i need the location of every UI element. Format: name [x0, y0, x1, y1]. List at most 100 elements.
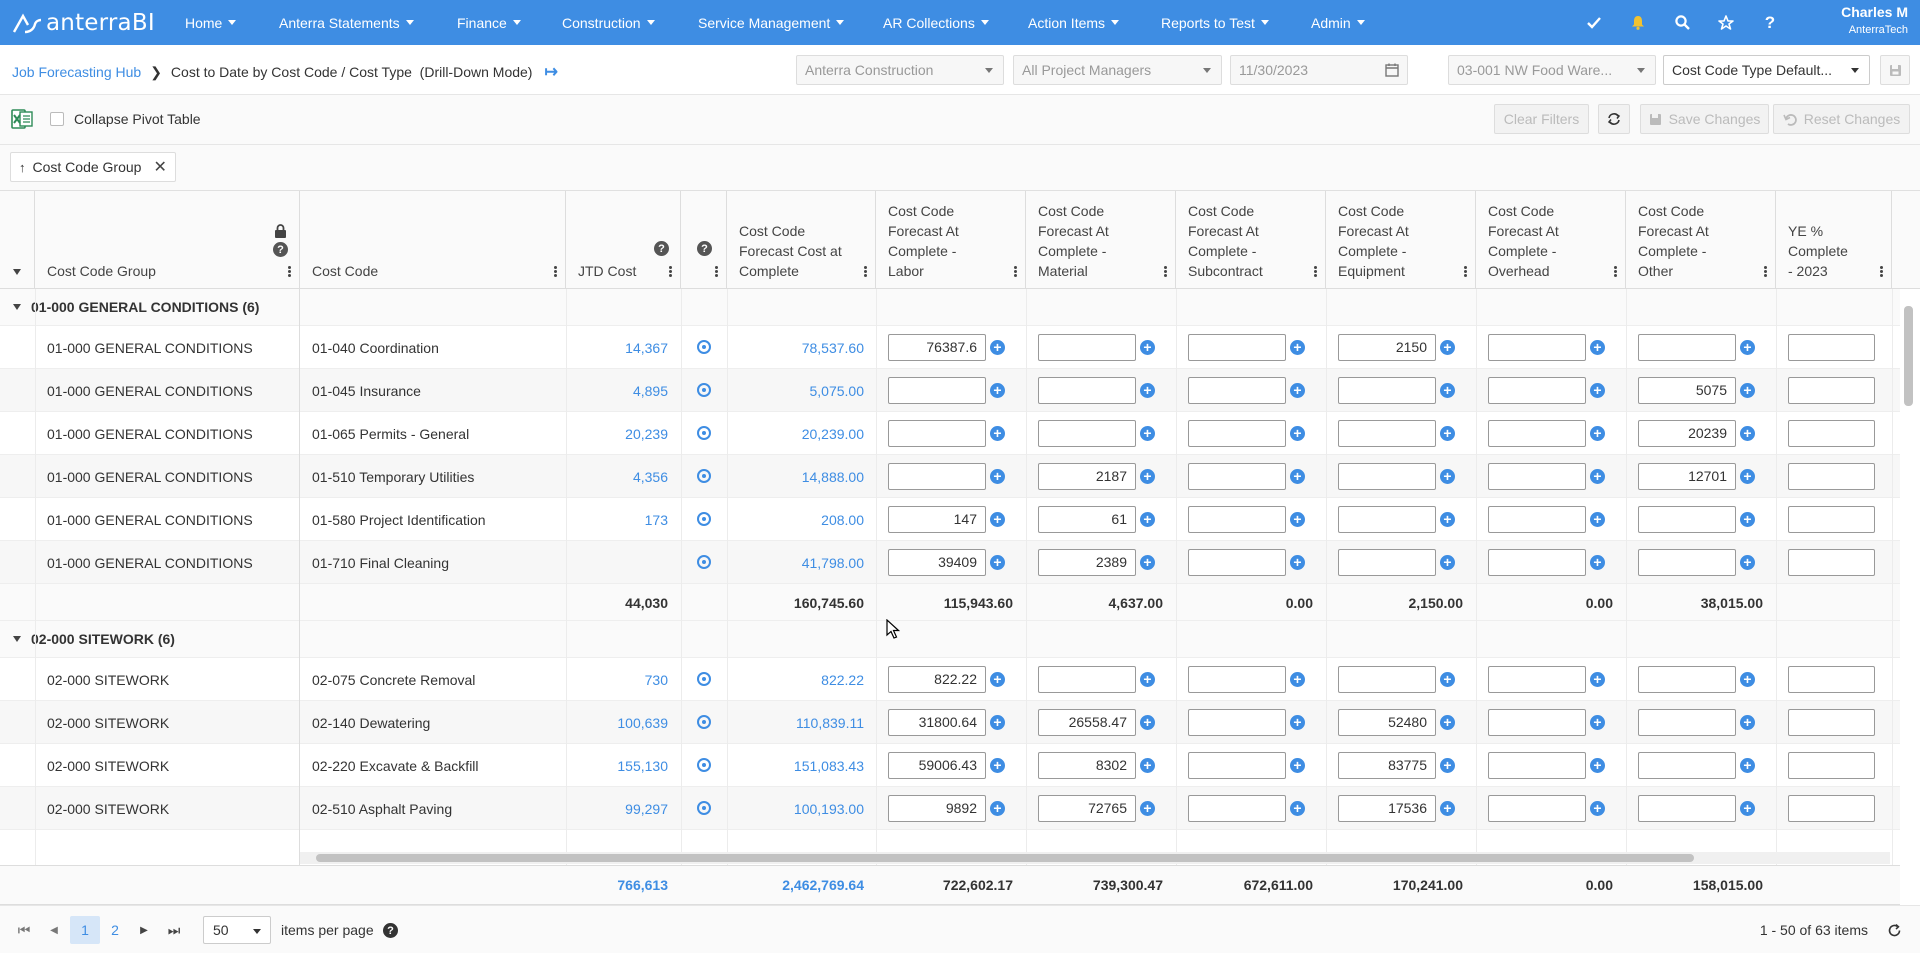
help-icon[interactable]: ? [697, 241, 712, 256]
header-forecast-overhead[interactable]: Cost Code Forecast At Complete - Overhea… [1476, 191, 1626, 289]
prev-page-icon[interactable]: ◀ [44, 916, 64, 944]
add-icon[interactable]: + [1140, 383, 1155, 398]
forecast-input-other[interactable] [1638, 506, 1736, 533]
bell-icon[interactable] [1616, 0, 1660, 45]
forecast-input-overhead[interactable] [1488, 334, 1586, 361]
header-ye-complete[interactable]: YE % Complete - 2023 [1776, 191, 1892, 289]
ye-complete-input[interactable] [1788, 709, 1875, 736]
help-icon[interactable]: ? [654, 241, 669, 256]
forecast-input-material[interactable]: 26558.47 [1038, 709, 1136, 736]
header-forecast-subcontract[interactable]: Cost Code Forecast At Complete - Subcont… [1176, 191, 1326, 289]
add-icon[interactable]: + [1590, 672, 1605, 687]
forecast-input-other[interactable]: 12701 [1638, 463, 1736, 490]
forecast-input-labor[interactable]: 59006.43 [888, 752, 986, 779]
add-icon[interactable]: + [1740, 512, 1755, 527]
forecast-input-equipment[interactable]: 83775 [1338, 752, 1436, 779]
forecast-input-other[interactable]: 20239 [1638, 420, 1736, 447]
forecast-input-equipment[interactable] [1338, 377, 1436, 404]
forecast-input-material[interactable] [1038, 420, 1136, 447]
add-icon[interactable]: + [1290, 672, 1305, 687]
header-forecast-labor[interactable]: Cost Code Forecast At Complete - Labor [876, 191, 1026, 289]
add-icon[interactable]: + [1290, 758, 1305, 773]
forecast-input-material[interactable]: 8302 [1038, 752, 1136, 779]
cell-forecast-cost[interactable]: 208.00 [727, 498, 864, 541]
total-jtd[interactable]: 766,613 [566, 866, 668, 903]
user-menu[interactable]: Charles M AnterraTech [1841, 5, 1908, 36]
forecast-input-other[interactable] [1638, 795, 1736, 822]
excel-export-icon[interactable] [11, 108, 33, 130]
cell-jtd-cost[interactable]: 173 [566, 498, 668, 541]
add-icon[interactable]: + [1140, 340, 1155, 355]
forecast-input-material[interactable]: 61 [1038, 506, 1136, 533]
forecast-input-overhead[interactable] [1488, 420, 1586, 447]
forecast-input-labor[interactable] [888, 463, 986, 490]
help-icon[interactable]: ? [273, 242, 288, 257]
ye-complete-input[interactable] [1788, 549, 1875, 576]
cell-jtd-cost[interactable]: 730 [566, 658, 668, 701]
column-menu-icon[interactable] [668, 265, 672, 279]
drilldown-target-icon[interactable] [697, 469, 711, 483]
vertical-scrollbar[interactable] [1902, 290, 1916, 850]
caret-down-icon[interactable] [13, 304, 21, 310]
column-menu-icon[interactable] [287, 265, 291, 279]
calendar-icon[interactable] [1385, 63, 1399, 77]
ye-complete-input[interactable] [1788, 334, 1875, 361]
add-icon[interactable]: + [1590, 801, 1605, 816]
group-header-row[interactable]: 02-000 SITEWORK (6) [0, 621, 1900, 658]
add-icon[interactable]: + [1440, 555, 1455, 570]
forecast-input-labor[interactable]: 147 [888, 506, 986, 533]
add-icon[interactable]: + [990, 758, 1005, 773]
page-1-button[interactable]: 1 [70, 916, 100, 944]
forecast-input-other[interactable] [1638, 549, 1736, 576]
add-icon[interactable]: + [990, 672, 1005, 687]
forecast-input-subcontract[interactable] [1188, 709, 1286, 736]
add-icon[interactable]: + [1290, 801, 1305, 816]
ye-complete-input[interactable] [1788, 795, 1875, 822]
forecast-input-overhead[interactable] [1488, 795, 1586, 822]
clear-filters-button[interactable]: Clear Filters [1494, 104, 1589, 134]
star-icon[interactable] [1704, 0, 1748, 45]
forecast-input-equipment[interactable]: 2150 [1338, 334, 1436, 361]
add-icon[interactable]: + [1140, 555, 1155, 570]
sort-asc-icon[interactable]: ↑ [19, 160, 26, 175]
help-icon[interactable]: ? [383, 923, 398, 938]
add-icon[interactable]: + [1740, 672, 1755, 687]
forecast-input-equipment[interactable] [1338, 666, 1436, 693]
first-page-icon[interactable]: ⏮ [14, 916, 34, 944]
add-icon[interactable]: + [1590, 715, 1605, 730]
drilldown-target-icon[interactable] [697, 555, 711, 569]
menu-home[interactable]: Home [185, 15, 237, 31]
cost-code-type-select[interactable]: Cost Code Type Default... [1663, 55, 1870, 85]
forecast-input-subcontract[interactable] [1188, 420, 1286, 447]
forecast-input-subcontract[interactable] [1188, 666, 1286, 693]
add-icon[interactable]: + [1440, 715, 1455, 730]
ye-complete-input[interactable] [1788, 377, 1875, 404]
add-icon[interactable]: + [1590, 555, 1605, 570]
caret-down-icon[interactable] [13, 269, 21, 275]
column-menu-icon[interactable] [553, 265, 557, 279]
column-menu-icon[interactable] [1879, 265, 1883, 279]
company-select[interactable]: Anterra Construction [796, 55, 1004, 85]
header-forecast-material[interactable]: Cost Code Forecast At Complete - Materia… [1026, 191, 1176, 289]
project-select[interactable]: 03-001 NW Food Ware... [1448, 55, 1656, 85]
header-forecast-other[interactable]: Cost Code Forecast At Complete - Other [1626, 191, 1776, 289]
forecast-input-material[interactable]: 2187 [1038, 463, 1136, 490]
header-cost-code[interactable]: Cost Code [300, 191, 566, 289]
header-forecast-equipment[interactable]: Cost Code Forecast At Complete - Equipme… [1326, 191, 1476, 289]
add-icon[interactable]: + [1740, 801, 1755, 816]
cell-jtd-cost[interactable]: 20,239 [566, 412, 668, 455]
add-icon[interactable]: + [1740, 469, 1755, 484]
forecast-input-subcontract[interactable] [1188, 795, 1286, 822]
drilldown-target-icon[interactable] [697, 715, 711, 729]
add-icon[interactable]: + [990, 801, 1005, 816]
forecast-input-equipment[interactable] [1338, 549, 1436, 576]
header-expand-column[interactable] [0, 191, 35, 289]
forecast-input-equipment[interactable] [1338, 506, 1436, 533]
add-icon[interactable]: + [1740, 715, 1755, 730]
ye-complete-input[interactable] [1788, 463, 1875, 490]
cell-jtd-cost[interactable]: 14,367 [566, 326, 668, 369]
header-drilldown[interactable]: ? [681, 191, 727, 289]
add-icon[interactable]: + [1290, 512, 1305, 527]
cell-forecast-cost[interactable]: 100,193.00 [727, 787, 864, 830]
add-icon[interactable]: + [1740, 426, 1755, 441]
